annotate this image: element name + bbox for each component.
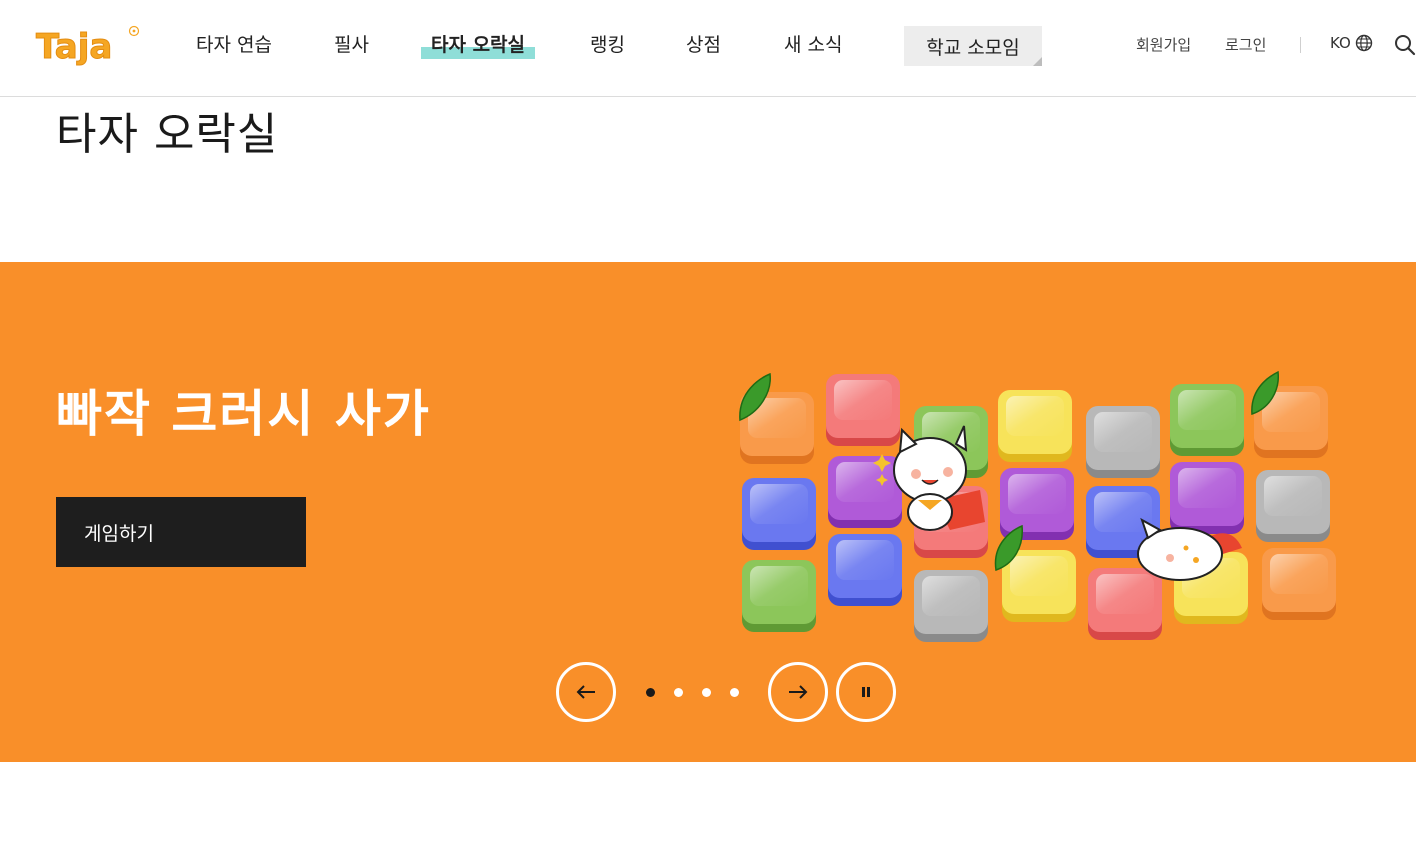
next-slide-button[interactable] (768, 662, 828, 722)
page-title: 타자 오락실 (56, 109, 279, 160)
pause-icon (862, 687, 870, 697)
game-illustration (739, 370, 1336, 642)
signup-link[interactable]: 회원가입 (1136, 34, 1191, 55)
jelly-block (1170, 384, 1244, 456)
carousel-dot-4[interactable] (730, 688, 739, 697)
jelly-block (914, 570, 988, 642)
play-game-button[interactable]: 게임하기 (56, 497, 306, 567)
nav-item-shop[interactable]: 상점 (686, 33, 721, 57)
jelly-block (1170, 462, 1244, 534)
language-label: KO (1330, 34, 1351, 52)
taja-logo[interactable]: Taja (34, 22, 144, 72)
taja-logo-graphic: Taja (36, 25, 140, 68)
jelly-block (1088, 568, 1162, 640)
jelly-block (742, 478, 816, 550)
school-group-label: 학교 소모임 (926, 36, 1020, 59)
jelly-block (826, 374, 900, 446)
jelly-block (828, 456, 902, 528)
nav-item-typing-practice[interactable]: 타자 연습 (196, 33, 272, 57)
prev-slide-button[interactable] (556, 662, 616, 722)
search-icon[interactable] (1394, 34, 1416, 56)
jelly-block (998, 390, 1072, 462)
nav-item-transcription[interactable]: 필사 (334, 33, 369, 57)
arrow-left-icon (576, 685, 595, 699)
site-header: Taja 타자 연습 필사 타자 오락실 랭킹 상점 새 소식 학교 소모임 회… (0, 0, 1416, 97)
carousel-dot-3[interactable] (702, 688, 711, 697)
nav-item-arcade[interactable]: 타자 오락실 (421, 33, 536, 59)
game-title: 빠작 크러시 사가 (56, 385, 431, 443)
jelly-block (1002, 550, 1076, 622)
arrow-right-icon (789, 685, 808, 699)
jelly-block (1256, 470, 1330, 542)
carousel-dot-1[interactable] (646, 688, 655, 697)
school-group-button[interactable]: 학교 소모임 (904, 26, 1042, 66)
language-selector[interactable]: KO (1330, 34, 1373, 52)
header-divider (1300, 37, 1301, 53)
login-link[interactable]: 로그인 (1225, 34, 1266, 55)
globe-icon (1355, 34, 1373, 52)
nav-item-news[interactable]: 새 소식 (784, 33, 842, 57)
jelly-block (828, 534, 902, 606)
nav-item-ranking[interactable]: 랭킹 (590, 33, 625, 57)
play-game-label: 게임하기 (84, 522, 154, 545)
game-banner: 빠작 크러시 사가 게임하기 (0, 262, 1416, 762)
jelly-block (1086, 406, 1160, 478)
jelly-block (1262, 548, 1336, 620)
logo-wordmark: Taja (36, 27, 112, 67)
jelly-block (742, 560, 816, 632)
nav-item-arcade-label: 타자 오락실 (431, 34, 526, 56)
jelly-block (1000, 468, 1074, 540)
carousel-dot-2[interactable] (674, 688, 683, 697)
pause-slideshow-button[interactable] (836, 662, 896, 722)
corner-fold-decoration (1033, 57, 1042, 66)
